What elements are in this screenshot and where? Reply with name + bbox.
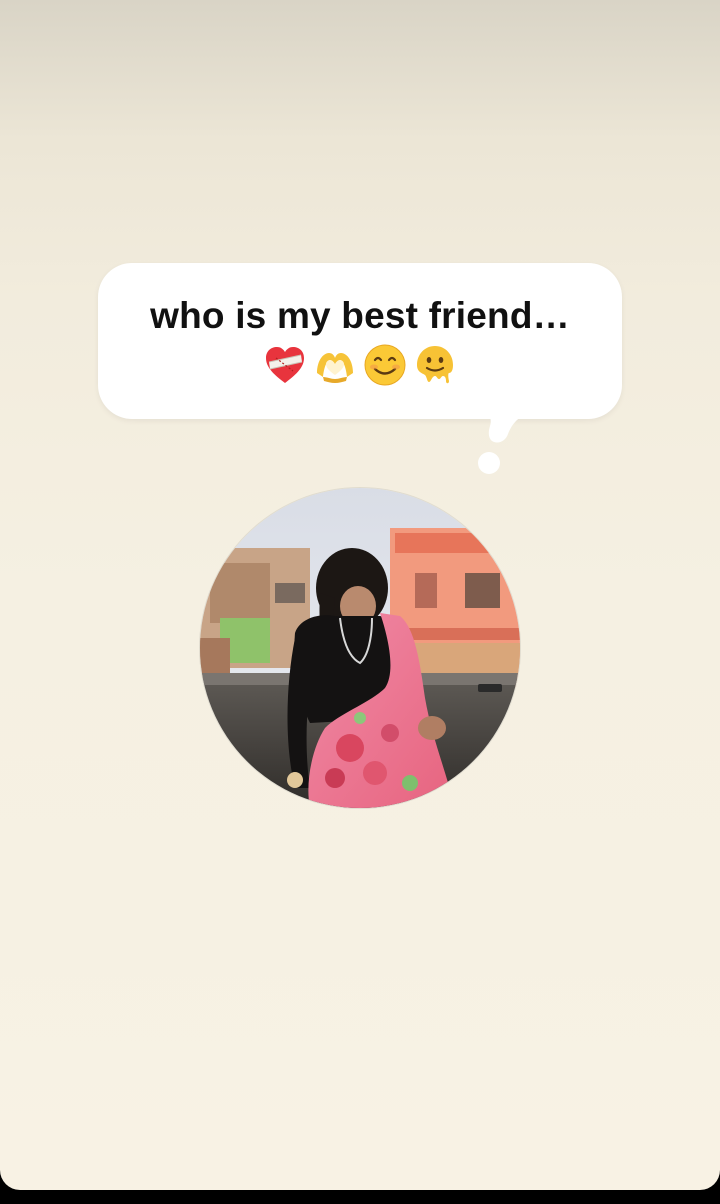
profile-photo-image xyxy=(200,488,520,808)
heart-hands-icon xyxy=(317,353,353,383)
profile-photo[interactable] xyxy=(200,488,520,808)
melting-face-icon xyxy=(417,346,453,384)
bubble-tail-dot xyxy=(478,452,500,474)
bottom-bar xyxy=(0,1190,720,1204)
note-bubble[interactable]: who is my best friend… xyxy=(98,263,622,419)
smiling-face-icon xyxy=(364,344,406,386)
note-text: who is my best friend… xyxy=(150,295,570,336)
bubble-tail xyxy=(486,412,532,443)
note-emoji-row xyxy=(98,343,622,393)
mending-heart-icon xyxy=(266,347,304,383)
story-screen: who is my best friend… xyxy=(0,0,720,1190)
